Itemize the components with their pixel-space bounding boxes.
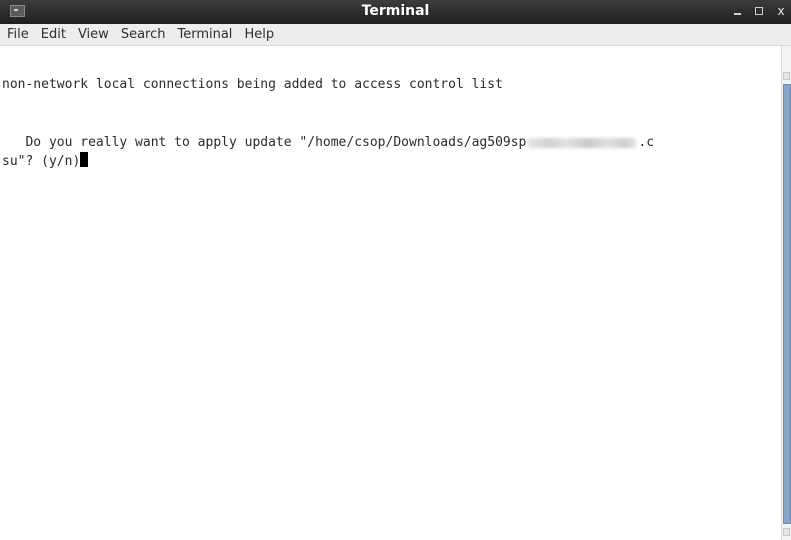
menu-terminal[interactable]: Terminal: [177, 27, 232, 42]
prompt-question: su"? (y/n): [2, 154, 81, 169]
prompt-extension: .c: [638, 135, 655, 150]
menu-bar: File Edit View Search Terminal Help: [0, 24, 791, 46]
scroll-thumb[interactable]: [783, 84, 791, 524]
minimize-button[interactable]: [731, 4, 745, 18]
close-button[interactable]: x: [774, 4, 788, 18]
blurred-version-text: [528, 137, 637, 148]
scroll-up-arrow[interactable]: [783, 72, 790, 80]
prompt-line-continued: su"? (y/n): [2, 152, 89, 171]
menu-search[interactable]: Search: [121, 27, 166, 42]
title-bar[interactable]: Terminal x: [0, 0, 791, 24]
terminal-window: Terminal x File Edit View Search Termina…: [0, 0, 791, 540]
menu-file[interactable]: File: [7, 27, 29, 42]
terminal-output[interactable]: non-network local connections being adde…: [0, 46, 781, 540]
prompt-line: Do you really want to apply update "/hom…: [2, 134, 654, 152]
window-title: Terminal: [361, 3, 430, 19]
prompt-text: Do you really want to apply update "/hom…: [2, 135, 527, 150]
menu-view[interactable]: View: [78, 27, 109, 42]
minimize-icon: [734, 13, 741, 15]
scroll-down-arrow[interactable]: [783, 528, 790, 536]
menu-edit[interactable]: Edit: [41, 27, 66, 42]
vertical-scrollbar[interactable]: [781, 46, 791, 540]
maximize-icon: [755, 7, 763, 15]
menu-help[interactable]: Help: [244, 27, 274, 42]
output-line: non-network local connections being adde…: [2, 77, 503, 92]
text-cursor: [80, 152, 89, 167]
maximize-button[interactable]: [752, 4, 766, 18]
